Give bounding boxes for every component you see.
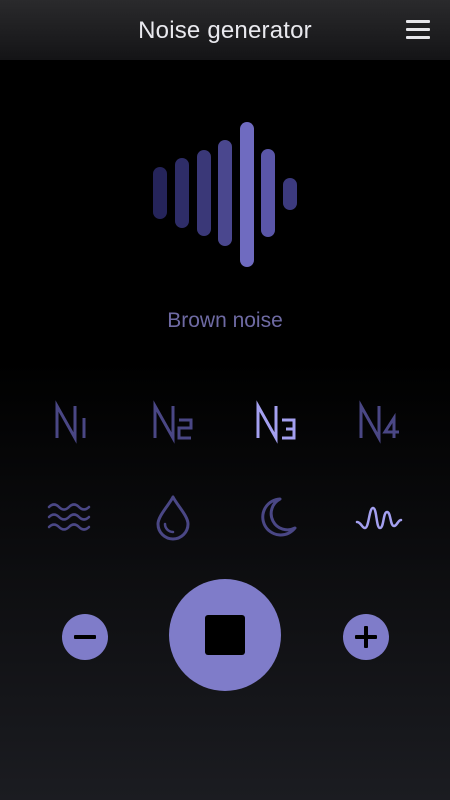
preset-n2-glyph	[153, 400, 193, 444]
increase-button[interactable]	[343, 614, 389, 660]
current-noise-label: Brown noise	[167, 309, 283, 332]
noise-squiggle-icon	[355, 506, 403, 530]
menu-button[interactable]	[406, 19, 432, 41]
preset-n1-glyph	[55, 400, 86, 444]
preset-n4[interactable]	[349, 398, 409, 444]
app-bar: Noise generator	[0, 0, 450, 60]
minus-icon	[62, 614, 108, 660]
water-drop-icon	[156, 495, 190, 541]
wave-bar	[240, 122, 254, 267]
preset-n2[interactable]	[143, 398, 203, 444]
sound-waves[interactable]	[44, 492, 96, 542]
sound-noise[interactable]	[353, 492, 405, 542]
decrease-button[interactable]	[62, 614, 108, 660]
waves-icon	[47, 503, 91, 531]
wave-bar	[153, 167, 167, 219]
preset-n3[interactable]	[246, 398, 306, 444]
sound-wave-icon	[153, 122, 297, 267]
stop-button[interactable]	[169, 579, 281, 691]
app-title: Noise generator	[138, 17, 312, 44]
wave-bar	[261, 149, 275, 237]
hamburger-menu-icon	[406, 19, 432, 41]
preset-n1[interactable]	[40, 398, 100, 444]
plus-icon	[343, 614, 389, 660]
preset-n4-glyph	[359, 400, 399, 444]
sound-night[interactable]	[250, 492, 302, 542]
stop-icon	[205, 615, 245, 655]
wave-bar	[283, 178, 297, 210]
sound-rain[interactable]	[147, 492, 199, 542]
wave-bar	[197, 150, 211, 236]
wave-bar	[175, 158, 189, 228]
moon-icon	[261, 497, 297, 537]
preset-n3-glyph	[256, 400, 296, 444]
wave-bar	[218, 140, 232, 246]
